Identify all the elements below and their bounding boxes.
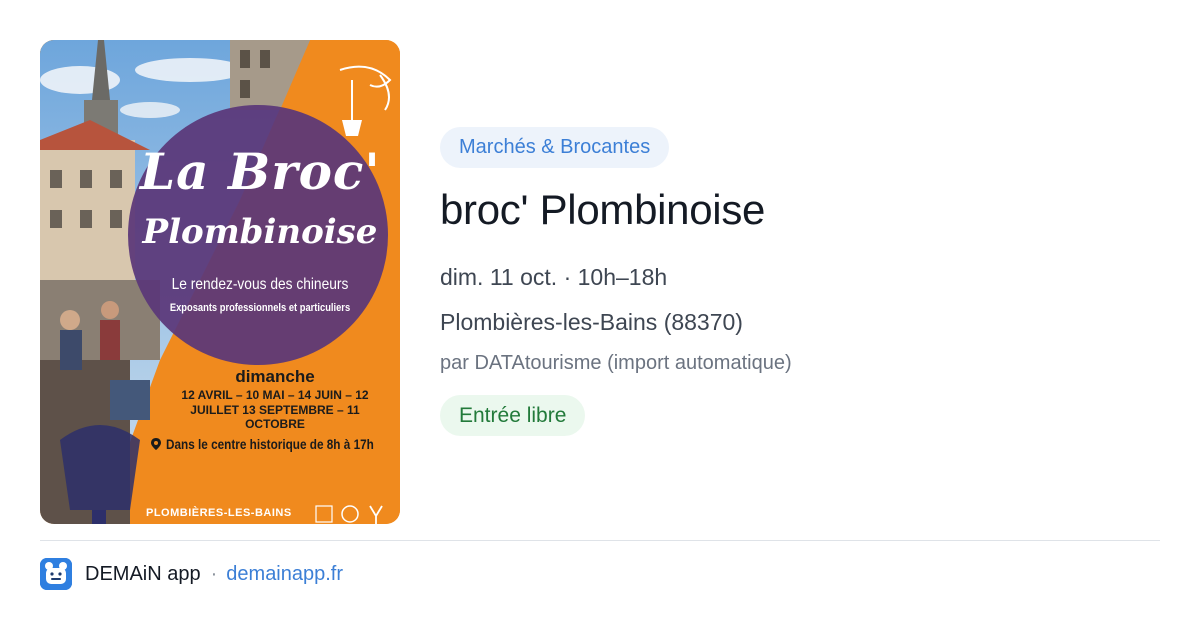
poster-subtitle: Le rendez-vous des chineurs — [171, 276, 349, 293]
footer: DEMAiN app · demainapp.fr — [40, 558, 343, 590]
poster-town: PLOMBIÈRES-LES-BAINS — [146, 507, 292, 519]
poster-title-line1: La Broc' — [140, 142, 381, 201]
footer-separator: · — [210, 562, 218, 585]
event-datetime: dim. 11 oct. · 10h–18h — [440, 264, 668, 290]
event-title: broc' Plombinoise — [440, 186, 766, 233]
poster-day: dimanche — [235, 367, 315, 386]
event-poster-image[interactable]: La Broc' Plombinoise Le rendez-vous des … — [40, 40, 400, 524]
demain-app-icon — [40, 558, 72, 590]
poster-dates: 12 AVRIL – 10 MAI – 14 JUIN – 12 JUILLET… — [181, 388, 369, 431]
app-website-link[interactable]: demainapp.fr — [226, 563, 343, 586]
event-source: par DATAtourisme (import automatique) — [440, 352, 792, 374]
poster-location: Dans le centre historique de 8h à 17h — [166, 436, 374, 452]
footer-divider — [40, 540, 1160, 541]
category-tag[interactable]: Marchés & Brocantes — [440, 127, 670, 168]
map-pin-icon — [151, 438, 161, 450]
price-tag: Entrée libre — [440, 395, 586, 436]
event-location: Plombières-les-Bains (88370) — [440, 309, 743, 335]
poster-title-line2: Plombinoise — [142, 212, 378, 252]
poster-subtitle-secondary: Exposants professionnels et particuliers — [169, 302, 351, 314]
app-name: DEMAiN app — [85, 562, 201, 585]
